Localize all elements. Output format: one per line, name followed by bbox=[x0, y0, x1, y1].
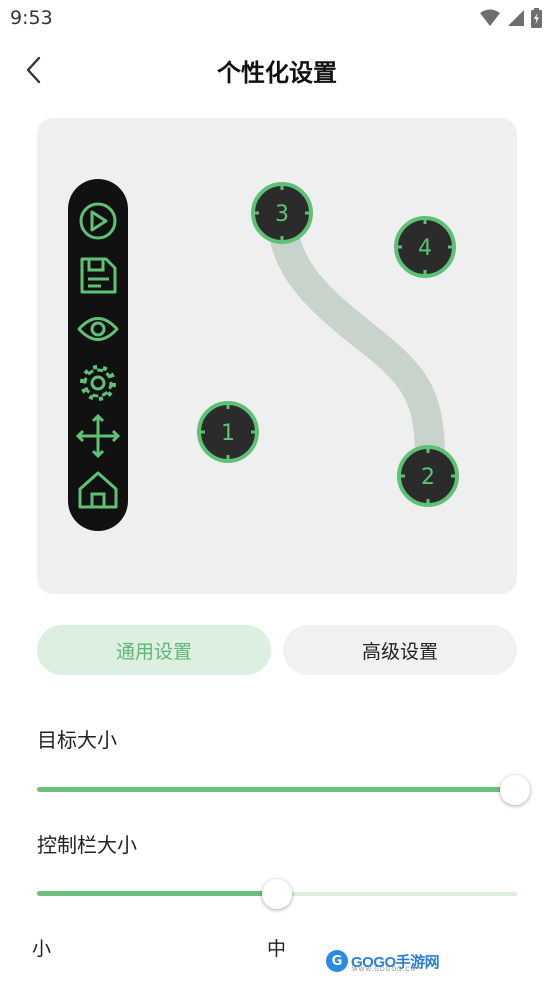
toolbar-size-label: 控制栏大小 bbox=[37, 833, 137, 857]
watermark: G GOGO手游网 WWW.GOGOO.CN bbox=[326, 946, 440, 976]
preview-canvas: 3 4 1 2 bbox=[68, 179, 459, 531]
target-2[interactable]: 2 bbox=[397, 445, 459, 507]
toolbar-size-fill bbox=[37, 891, 277, 896]
target-size-slider[interactable] bbox=[37, 775, 530, 805]
toolbar-size-slider[interactable] bbox=[37, 879, 517, 909]
target-4-label: 4 bbox=[418, 236, 432, 261]
tab-advanced-settings[interactable]: 高级设置 bbox=[283, 625, 517, 675]
page-title: 个性化设置 bbox=[217, 59, 337, 87]
target-4[interactable]: 4 bbox=[394, 216, 456, 278]
target-size-label: 目标大小 bbox=[37, 728, 117, 752]
scale-label-small: 小 bbox=[32, 938, 52, 960]
wifi-icon bbox=[480, 9, 500, 26]
toolbar-size-thumb[interactable] bbox=[262, 879, 292, 909]
status-time: 9:53 bbox=[10, 7, 53, 29]
app-header: 个性化设置 bbox=[0, 44, 554, 96]
target-2-label: 2 bbox=[421, 465, 435, 490]
watermark-sub: WWW.GOGOO.CN bbox=[352, 967, 416, 973]
tab-general-settings[interactable]: 通用设置 bbox=[37, 625, 271, 675]
target-3[interactable]: 3 bbox=[251, 182, 313, 244]
target-size-thumb[interactable] bbox=[500, 775, 530, 805]
target-3-label: 3 bbox=[275, 202, 289, 227]
floating-toolbar bbox=[68, 179, 128, 531]
settings-tabs: 通用设置 高级设置 bbox=[37, 625, 517, 675]
target-1-label: 1 bbox=[221, 421, 235, 446]
signal-icon bbox=[508, 10, 524, 26]
target-1[interactable]: 1 bbox=[197, 401, 259, 463]
battery-charging-icon bbox=[531, 8, 542, 28]
watermark-logo: G bbox=[326, 950, 348, 972]
target-size-fill bbox=[37, 787, 517, 792]
scale-label-medium: 中 bbox=[267, 938, 287, 960]
status-bar: 9:53 bbox=[0, 0, 554, 36]
status-icons bbox=[479, 8, 542, 28]
preview-panel: 3 4 1 2 bbox=[37, 118, 517, 594]
